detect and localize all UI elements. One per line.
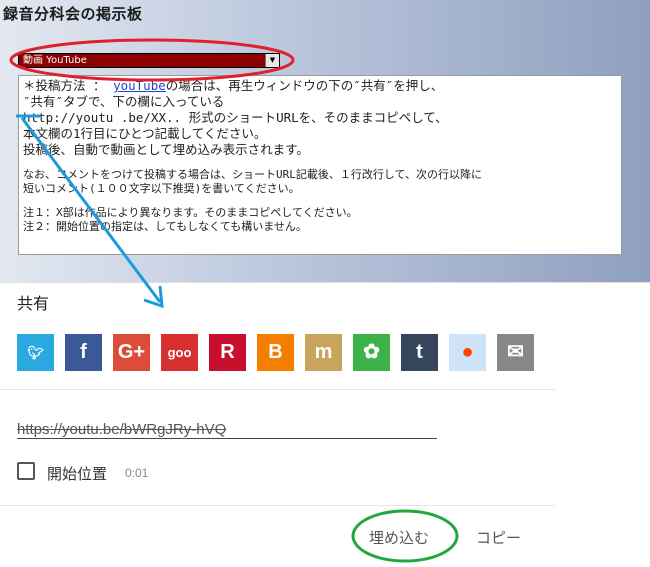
share-url-field[interactable]: https://youtu.be/bWRgJRy-hVQ (17, 422, 437, 439)
instr-line-1-suffix: の場合は、再生ウィンドウの下の″共有″を押し、 (165, 78, 444, 93)
instr-line-8: 注１：X部は作品により異なります。そのままコピペしてください。 (23, 206, 358, 219)
email-icon[interactable]: ✉ (497, 334, 534, 371)
tumblr-icon[interactable]: t (401, 334, 438, 371)
dropdown-arrow-icon[interactable]: ▼ (265, 54, 279, 67)
copy-button[interactable]: コピー (476, 527, 521, 548)
section-divider (0, 282, 650, 283)
forum-title: 録音分科会の掲示板 (3, 5, 143, 23)
start-position-label: 開始位置 (47, 465, 108, 483)
instr-line-1-prefix: ＊投稿方法 ： (23, 78, 114, 93)
instr-line-9: 注２：開始位置の指定は、してもしなくても構いません。 (23, 220, 307, 233)
blogger-icon[interactable]: B (257, 334, 294, 371)
youtube-link[interactable]: youTube (113, 78, 166, 93)
instr-line-1: ＊投稿方法 ： youTubeの場合は、再生ウィンドウの下の″共有″を押し、 (23, 78, 617, 94)
instr-line-2: ″共有″タブで、下の欄に入っている (23, 94, 225, 109)
start-time-value[interactable]: 0:01 (125, 466, 148, 480)
category-select-value: 動画 YouTube (23, 55, 87, 66)
twitter-icon[interactable]: 🐦︎ (17, 334, 54, 371)
instructions-textarea[interactable]: ＊投稿方法 ： youTubeの場合は、再生ウィンドウの下の″共有″を押し、 ″… (18, 75, 622, 255)
goo-icon[interactable]: goo (161, 334, 198, 371)
instr-line-6: なお、コメントをつけて投稿する場合は、ショートURL記載後、１行改行して、次の行… (23, 168, 482, 181)
embed-button[interactable]: 埋め込む (369, 527, 429, 548)
mixi-icon[interactable]: m (305, 334, 342, 371)
divider (0, 505, 555, 506)
facebook-icon[interactable]: f (65, 334, 102, 371)
google-plus-icon[interactable]: G+ (113, 334, 150, 371)
forum-panel: 録音分科会の掲示板 動画 YouTube ▼ ＊投稿方法 ： youTubeの場… (0, 0, 650, 282)
instr-line-5: 投稿後、自動で動画として埋め込み表示されます。 (23, 142, 309, 157)
blue-arrow-head (143, 285, 164, 309)
ameba-icon[interactable]: ✿ (353, 334, 390, 371)
share-title: 共有 (17, 294, 50, 313)
instr-line-7: 短いコメント(１００文字以下推奨)を書いてください。 (23, 182, 300, 195)
instr-line-3: http://youtu .be/XX.. 形式のショートURLを、そのままコピ… (23, 110, 448, 125)
start-position-checkbox[interactable] (17, 462, 35, 480)
rakuten-icon[interactable]: R (209, 334, 246, 371)
category-select[interactable]: 動画 YouTube ▼ (18, 53, 280, 68)
divider (0, 389, 555, 390)
reddit-icon[interactable]: ● (449, 334, 486, 371)
instr-line-4: 本文欄の1行目にひとつ記載してください。 (23, 126, 267, 141)
